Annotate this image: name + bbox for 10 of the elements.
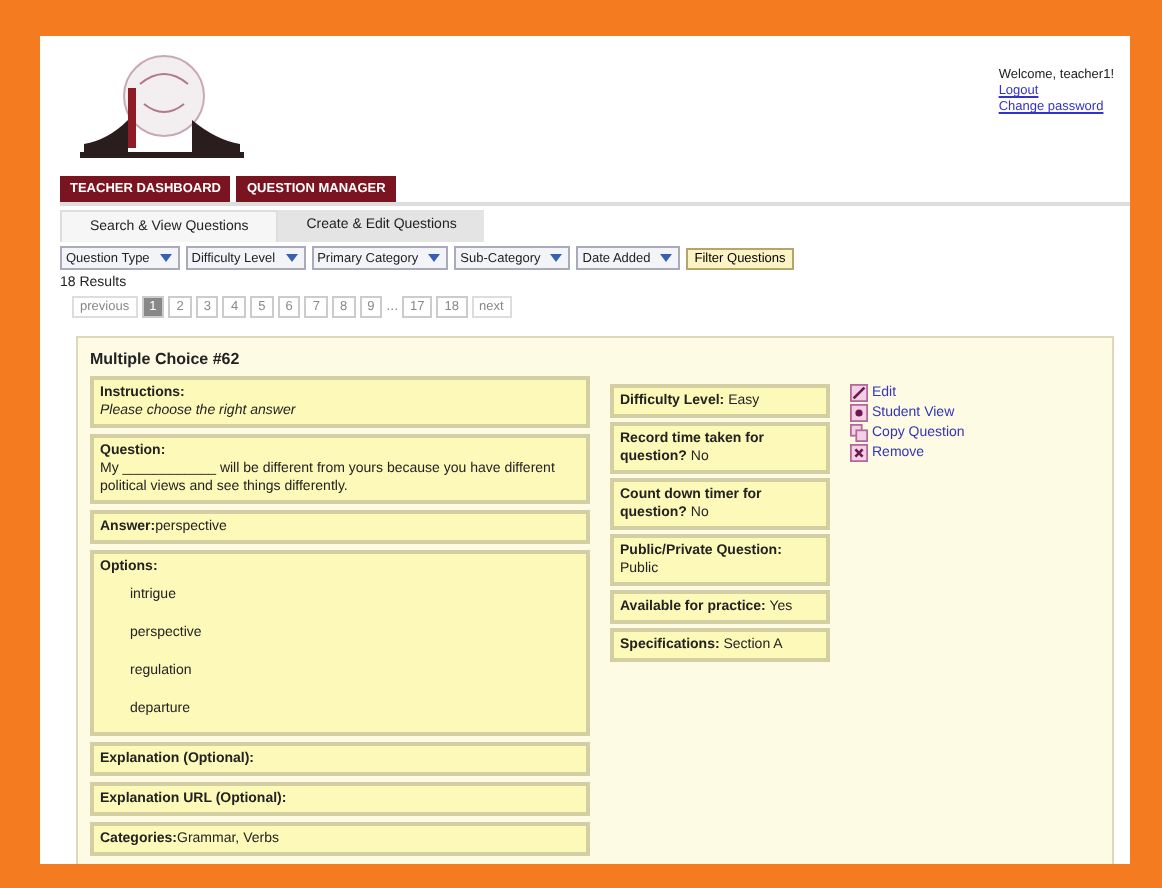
- view-icon: [850, 404, 868, 422]
- dropdown-arrow-icon: [548, 250, 565, 266]
- remove-icon: [850, 444, 868, 462]
- copy-icon: [850, 424, 868, 442]
- dropdown-arrow-icon: [283, 250, 300, 266]
- card-title: Multiple Choice #62: [90, 350, 242, 368]
- dropdown-arrow-icon: [157, 250, 174, 266]
- pencil-icon: [850, 384, 868, 402]
- dropdown-arrow-icon: [426, 250, 443, 266]
- dropdown-arrow-icon: [658, 250, 675, 266]
